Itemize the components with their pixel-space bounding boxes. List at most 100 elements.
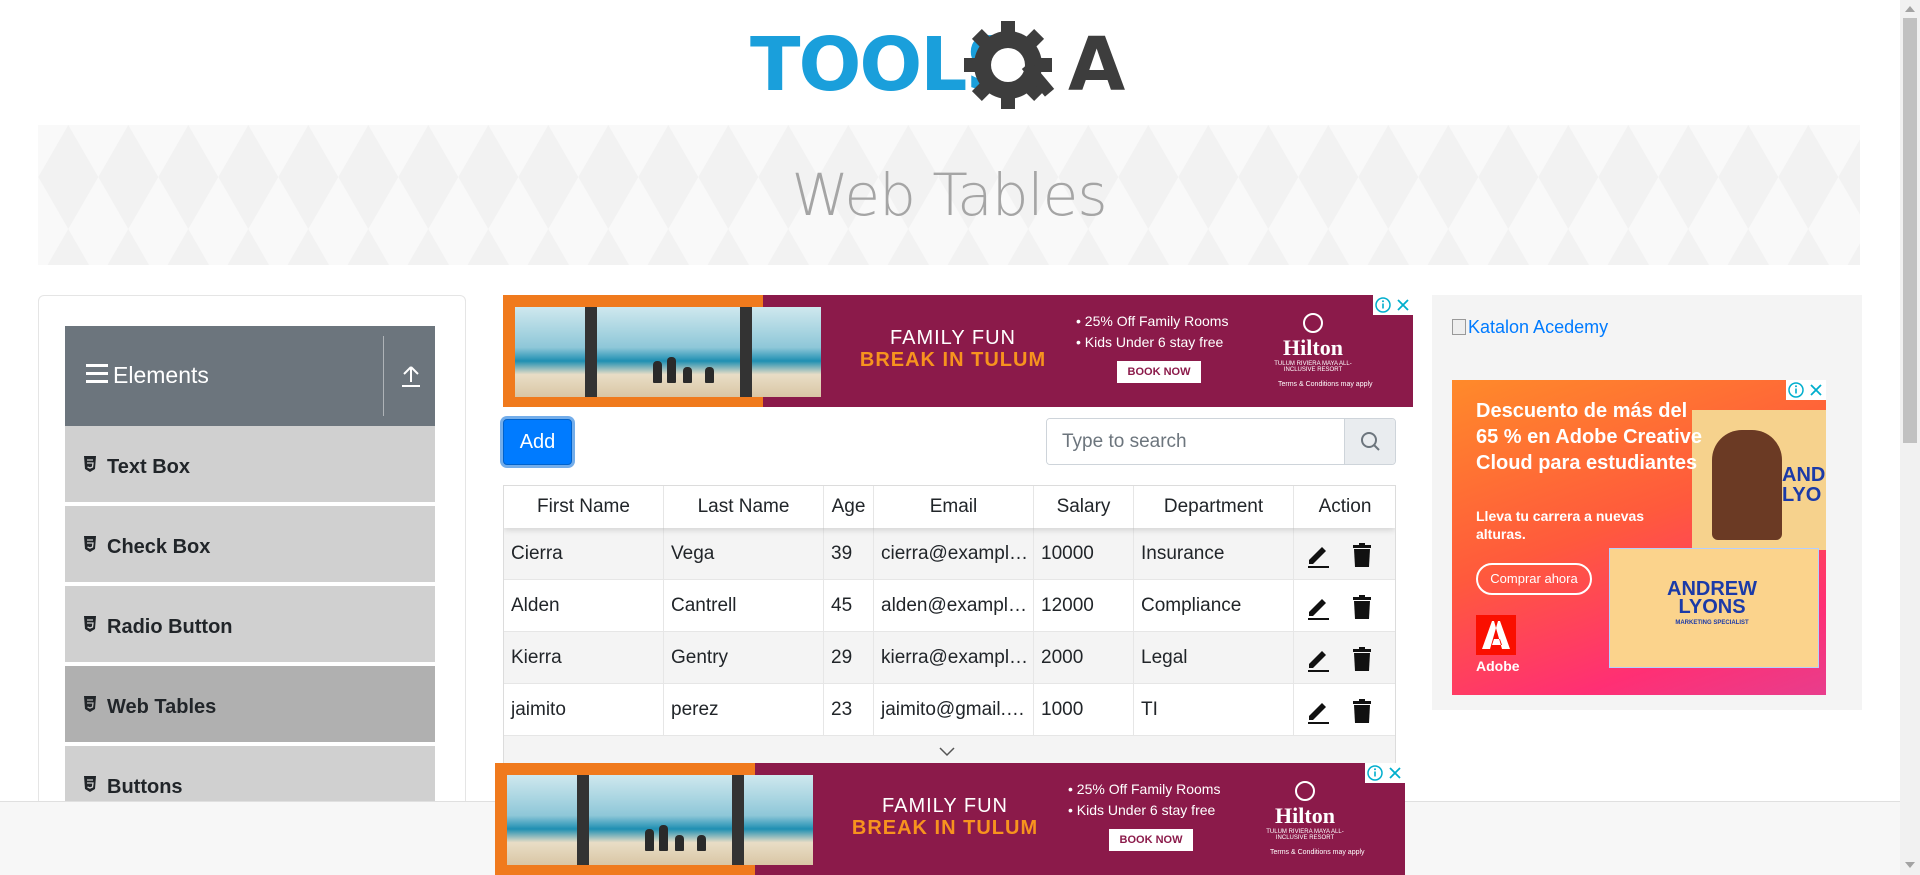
ad-terms: Terms & Conditions may apply <box>1278 381 1373 388</box>
ad-bullets: • 25% Off Family Rooms • Kids Under 6 st… <box>1076 311 1228 353</box>
cell-age: 45 <box>824 580 874 632</box>
ad-card-name: ANDREW LYONS <box>1667 578 1757 618</box>
cell-salary: 10000 <box>1034 528 1134 580</box>
trash-icon[interactable] <box>1350 646 1374 672</box>
adobe-ad-subtext: Lleva tu carrera a nuevas alturas. <box>1476 508 1645 542</box>
ad-bullet: • Kids Under 6 stay free <box>1068 802 1216 818</box>
cell-department: Legal <box>1134 632 1294 684</box>
ad-controls <box>1373 295 1413 315</box>
info-icon[interactable] <box>1373 295 1393 315</box>
katalon-academy-link[interactable]: Katalon Acedemy <box>1452 317 1608 338</box>
hilton-brand: Hilton <box>1275 803 1335 828</box>
info-icon[interactable] <box>1786 380 1806 400</box>
table-row: Kierra Gentry 29 kierra@example.com 2000… <box>504 632 1395 684</box>
hilton-sub: TULUM RIVIERA MAYA ALL-INCLUSIVE RESORT <box>1266 829 1344 841</box>
page-title: Web Tables <box>791 161 1107 229</box>
pencil-icon[interactable] <box>1306 698 1330 724</box>
ad-terms: Terms & Conditions may apply <box>1270 849 1365 856</box>
ad-controls <box>1365 763 1405 783</box>
close-icon[interactable] <box>1385 763 1405 783</box>
table-row: Alden Cantrell 45 alden@example.com 1200… <box>504 580 1395 632</box>
trash-icon[interactable] <box>1350 594 1374 620</box>
sidebar-item-radio-button[interactable]: Radio Button <box>65 586 435 664</box>
ad-headline: FAMILY FUN BREAK IN TULUM <box>825 795 1065 839</box>
sidebar-item-label: Buttons <box>107 776 183 798</box>
html5-icon <box>84 776 96 792</box>
upload-icon[interactable] <box>399 364 423 390</box>
search-icon <box>1361 432 1380 451</box>
close-icon[interactable] <box>1393 295 1413 315</box>
ad-controls <box>1786 380 1826 400</box>
column-header-age[interactable]: Age <box>824 486 874 528</box>
html5-icon <box>84 536 96 552</box>
column-header-salary[interactable]: Salary <box>1034 486 1134 528</box>
column-header-department[interactable]: Department <box>1134 486 1294 528</box>
column-header-first-name[interactable]: First Name <box>504 486 664 528</box>
hilton-logo: Hilton TULUM RIVIERA MAYA ALL-INCLUSIVE … <box>1255 781 1355 841</box>
ad-bullets: • 25% Off Family Rooms • Kids Under 6 st… <box>1068 779 1220 821</box>
ad-headline-line1: FAMILY FUN <box>882 795 1008 817</box>
cell-first-name: Kierra <box>504 632 664 684</box>
ad-beach-photo <box>507 775 813 865</box>
cell-department: TI <box>1134 684 1294 736</box>
elements-group-header[interactable]: Elements <box>65 326 435 426</box>
cell-salary: 12000 <box>1034 580 1134 632</box>
gear-icon <box>964 21 1055 109</box>
sidebar-item-label: Text Box <box>107 456 190 478</box>
table-row: Cierra Vega 39 cierra@example.com 10000 … <box>504 528 1395 580</box>
chevron-down-icon[interactable] <box>937 744 957 758</box>
close-icon[interactable] <box>1806 380 1826 400</box>
pencil-icon[interactable] <box>1306 646 1330 672</box>
cell-last-name: Gentry <box>664 632 824 684</box>
hilton-sub: TULUM RIVIERA MAYA ALL-INCLUSIVE RESORT <box>1274 361 1352 373</box>
header-divider <box>383 336 384 416</box>
cell-email: jaimito@gmail.com <box>874 684 1034 736</box>
cell-email: kierra@example.com <box>874 632 1034 684</box>
scroll-down-arrow[interactable] <box>1905 862 1915 868</box>
cell-department: Insurance <box>1134 528 1294 580</box>
sidebar-item-check-box[interactable]: Check Box <box>65 506 435 584</box>
hilton-ad-bottom[interactable]: FAMILY FUN BREAK IN TULUM • 25% Off Fami… <box>495 763 1405 875</box>
trash-icon[interactable] <box>1350 542 1374 568</box>
web-table: First Name Last Name Age Email Salary De… <box>503 485 1396 800</box>
search-box <box>1046 418 1396 465</box>
sidebar-item-web-tables[interactable]: Web Tables <box>65 666 435 744</box>
cell-department: Compliance <box>1134 580 1294 632</box>
cell-age: 23 <box>824 684 874 736</box>
scroll-up-arrow[interactable] <box>1905 6 1915 12</box>
ad-book-now-button[interactable]: BOOK NOW <box>1109 829 1193 851</box>
search-input[interactable] <box>1047 419 1344 464</box>
ad-bullet: • Kids Under 6 stay free <box>1076 334 1224 350</box>
ad-card-role: MARKETING SPECIALIST <box>1675 620 1749 626</box>
column-header-last-name[interactable]: Last Name <box>664 486 824 528</box>
ad-book-now-button[interactable]: BOOK NOW <box>1117 361 1201 383</box>
broken-image-icon <box>1452 319 1466 335</box>
adobe-ad[interactable]: AND LYO Descuento de más del 65 % en Ado… <box>1452 380 1826 695</box>
toolsqa-logo[interactable]: TOOLS A <box>750 18 1152 114</box>
ad-bullet: • 25% Off Family Rooms <box>1068 781 1221 797</box>
sidebar-item-label: Radio Button <box>107 616 233 638</box>
pencil-icon[interactable] <box>1306 542 1330 568</box>
search-button[interactable] <box>1344 419 1395 464</box>
column-header-email[interactable]: Email <box>874 486 1034 528</box>
hilton-ad-top[interactable]: FAMILY FUN BREAK IN TULUM • 25% Off Fami… <box>503 295 1413 407</box>
logo-text-a: A <box>1068 22 1125 108</box>
ad-beach-photo <box>515 307 821 397</box>
cell-age: 39 <box>824 528 874 580</box>
ad-headline-line2: BREAK IN TULUM <box>851 817 1039 839</box>
sidebar-item-text-box[interactable]: Text Box <box>65 426 435 504</box>
ad-person-photo <box>1712 430 1782 540</box>
add-button[interactable]: Add <box>503 419 572 465</box>
info-icon[interactable] <box>1365 763 1385 783</box>
group-title: Elements <box>113 362 209 388</box>
cell-email: alden@example.com <box>874 580 1034 632</box>
ad-bullet: • 25% Off Family Rooms <box>1076 313 1229 329</box>
adobe-buy-now-button[interactable]: Comprar ahora <box>1476 563 1592 595</box>
sidebar-item-label: Check Box <box>107 536 211 558</box>
pencil-icon[interactable] <box>1306 594 1330 620</box>
trash-icon[interactable] <box>1350 698 1374 724</box>
html5-icon <box>84 616 96 632</box>
html5-icon <box>84 456 96 472</box>
sidebar-item-label: Web Tables <box>107 696 217 718</box>
scrollbar-thumb[interactable] <box>1903 18 1917 443</box>
